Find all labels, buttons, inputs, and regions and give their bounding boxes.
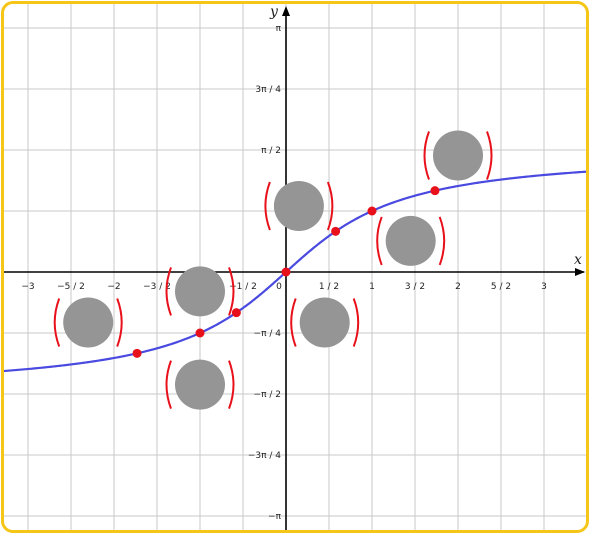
placeholder-disc: [175, 359, 225, 410]
x-tick-label: −3: [21, 282, 34, 292]
data-point: [367, 206, 377, 216]
placeholder-disc: [433, 130, 483, 181]
right-paren: [486, 131, 493, 180]
placeholder-disc: [175, 266, 225, 317]
x-tick-label: −5 / 2: [57, 282, 85, 292]
data-point: [231, 308, 241, 318]
left-paren: [165, 360, 172, 409]
x-tick-label: 1: [369, 282, 375, 292]
y-tick-label: −π / 4: [254, 329, 282, 339]
placeholder-disc: [63, 297, 114, 348]
y-axis-label: y: [269, 4, 279, 20]
x-tick-label: 3 / 2: [405, 282, 425, 292]
data-point: [430, 186, 440, 196]
x-tick-label: 0: [276, 282, 282, 292]
data-point: [281, 267, 291, 277]
placeholder-disc: [299, 297, 350, 348]
y-tick-label: 3π / 4: [255, 85, 281, 95]
x-tick-label: 5 / 2: [491, 282, 511, 292]
placeholder-marker: [165, 266, 235, 317]
x-tick-label: 3: [541, 282, 547, 292]
chart: −3−5 / 2−2−3 / 2−1−1 / 201 / 213 / 225 /…: [4, 4, 586, 530]
grid: [4, 4, 586, 530]
x-axis-label: x: [574, 252, 582, 268]
data-point: [331, 226, 341, 236]
x-axis-arrow: [575, 268, 585, 276]
left-paren: [376, 216, 383, 266]
right-paren: [438, 216, 446, 266]
y-tick-label: π: [276, 24, 282, 34]
left-paren: [290, 298, 297, 347]
y-tick-label: −π / 2: [254, 390, 281, 400]
data-point: [195, 328, 205, 338]
right-paren: [116, 298, 123, 347]
left-paren: [264, 181, 271, 231]
right-paren: [228, 360, 235, 409]
right-paren: [352, 298, 360, 347]
placeholder-layer: [53, 130, 493, 410]
placeholder-marker: [53, 297, 123, 348]
y-tick-label: −3π / 4: [248, 451, 281, 461]
y-axis-arrow: [282, 6, 290, 16]
placeholder-marker: [423, 130, 493, 181]
placeholder-marker: [264, 180, 334, 231]
placeholder-marker: [165, 359, 235, 410]
left-paren: [423, 131, 430, 180]
placeholder-marker: [290, 297, 360, 348]
placeholder-disc: [385, 215, 436, 266]
placeholder-marker: [376, 215, 446, 266]
left-paren: [53, 298, 61, 347]
x-tick-label: −2: [107, 282, 120, 292]
data-point: [132, 348, 142, 358]
y-tick-label: −π: [268, 512, 282, 522]
axes: [4, 6, 585, 530]
placeholder-disc: [273, 180, 324, 231]
chart-frame: −3−5 / 2−2−3 / 2−1−1 / 201 / 213 / 225 /…: [1, 1, 589, 533]
x-tick-label: 2: [455, 282, 461, 292]
y-tick-label: π / 2: [261, 146, 281, 156]
x-tick-label: 1 / 2: [319, 282, 339, 292]
